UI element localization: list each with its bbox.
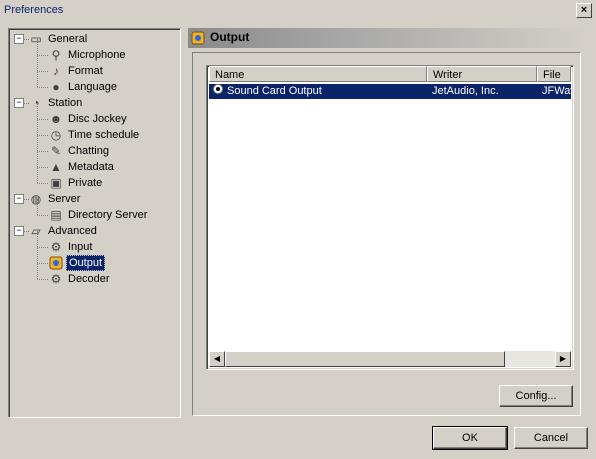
microphone-icon: ⚲ bbox=[51, 48, 61, 62]
tree-item-general[interactable]: − ▭ General bbox=[9, 31, 180, 47]
collapse-icon[interactable]: − bbox=[14, 226, 24, 236]
tree-item-server[interactable]: − ◍ Server bbox=[9, 191, 180, 207]
tree-item-station[interactable]: − ◔ Station bbox=[9, 95, 180, 111]
column-header-writer[interactable]: Writer bbox=[427, 66, 537, 82]
tree-item-advanced[interactable]: − ▱ Advanced bbox=[9, 223, 180, 239]
tree-connector bbox=[37, 151, 48, 152]
input-icon: ⚙ bbox=[50, 240, 62, 254]
tree-connector bbox=[37, 55, 48, 56]
collapse-icon[interactable]: − bbox=[14, 98, 24, 108]
output-list[interactable]: Name Writer File Sound Card Output JetAu… bbox=[206, 65, 574, 370]
column-header-name[interactable]: Name bbox=[209, 66, 427, 82]
tree-item-input[interactable]: ⚙ Input bbox=[9, 231, 180, 255]
disc-jockey-icon: ☻ bbox=[49, 112, 63, 126]
tree-item-label: Station bbox=[48, 97, 83, 109]
decoder-icon: ⚙ bbox=[50, 272, 62, 286]
list-item-file: JFWav bbox=[542, 85, 571, 97]
tree-item-label: Decoder bbox=[68, 273, 110, 285]
collapse-icon[interactable]: − bbox=[14, 34, 24, 44]
format-icon: ♪ bbox=[53, 64, 59, 78]
tree-item-decoder[interactable]: ⚙ Decoder bbox=[9, 263, 180, 287]
directory-server-icon: ▤ bbox=[50, 208, 62, 222]
tree-item-label: Chatting bbox=[68, 145, 109, 157]
window-title: Preferences bbox=[4, 4, 64, 16]
tree-item-format[interactable]: ♪ Format bbox=[9, 55, 180, 79]
tree-connector bbox=[37, 87, 48, 88]
tree-connector bbox=[37, 71, 48, 72]
tree-item-disc-jockey[interactable]: ☻ Disc Jockey bbox=[9, 103, 180, 127]
close-button[interactable]: × bbox=[576, 3, 592, 18]
tree-item-label: Disc Jockey bbox=[68, 113, 127, 125]
collapse-icon[interactable]: − bbox=[14, 194, 24, 204]
tree-connector bbox=[37, 71, 38, 87]
tree-item-chatting[interactable]: ✎ Chatting bbox=[9, 135, 180, 159]
list-item-name: Sound Card Output bbox=[227, 85, 322, 97]
tree-connector bbox=[37, 263, 48, 264]
title-bar: Preferences × bbox=[0, 0, 596, 22]
tree-connector bbox=[37, 167, 48, 168]
tree-item-language[interactable]: ● Language bbox=[9, 71, 180, 95]
tree-item-private[interactable]: ▣ Private bbox=[9, 167, 180, 191]
tree-item-metadata[interactable]: ▲ Metadata bbox=[9, 151, 180, 175]
metadata-icon: ▲ bbox=[50, 160, 62, 174]
chat-icon: ✎ bbox=[50, 144, 62, 158]
language-icon: ● bbox=[52, 80, 60, 94]
output-icon bbox=[191, 31, 205, 45]
panel-header: Output bbox=[188, 28, 588, 48]
tree-connector bbox=[37, 247, 48, 248]
scroll-thumb[interactable] bbox=[225, 351, 505, 367]
station-icon: ◔ bbox=[32, 96, 40, 110]
cancel-button[interactable]: Cancel bbox=[514, 427, 588, 449]
panel-title: Output bbox=[210, 30, 250, 44]
tree-connector bbox=[37, 119, 48, 120]
scroll-left-icon[interactable]: ◀ bbox=[209, 351, 225, 367]
tree-connector bbox=[37, 279, 48, 280]
tree-item-microphone[interactable]: ⚲ Microphone bbox=[9, 39, 180, 63]
tree-connector bbox=[37, 199, 38, 215]
tree-item-label: General bbox=[48, 33, 88, 45]
list-item[interactable]: Sound Card Output JetAudio, Inc. JFWav bbox=[209, 84, 571, 99]
output-icon bbox=[49, 256, 63, 270]
tree-item-label: Language bbox=[68, 81, 117, 93]
tree-connector bbox=[37, 215, 48, 216]
tree-item-directory-server[interactable]: ▤ Directory Server bbox=[9, 199, 180, 223]
general-icon: ▭ bbox=[30, 32, 42, 46]
scroll-right-icon[interactable]: ▶ bbox=[555, 351, 571, 367]
tree-item-label: Directory Server bbox=[68, 209, 148, 221]
tree-item-time-schedule[interactable]: ◷ Time schedule bbox=[9, 119, 180, 143]
tree-item-label: Server bbox=[48, 193, 81, 205]
tree-connector bbox=[37, 167, 38, 183]
ok-button[interactable]: OK bbox=[432, 426, 508, 450]
list-item-writer: JetAudio, Inc. bbox=[432, 85, 499, 97]
tree-item-label: Microphone bbox=[68, 49, 126, 61]
tree-view[interactable]: − ▭ General ⚲ Microphone ♪ Format ● Language − ◔ St… bbox=[9, 29, 180, 417]
tree-item-output[interactable]: Output bbox=[9, 247, 180, 271]
horizontal-scrollbar[interactable]: ◀ ▶ bbox=[209, 351, 571, 367]
tree-item-label: Advanced bbox=[48, 225, 97, 237]
tree-item-label: Time schedule bbox=[68, 129, 140, 141]
preferences-tree: − ▭ General ⚲ Microphone ♪ Format ● Language − ◔ St… bbox=[8, 28, 181, 418]
private-icon: ▣ bbox=[50, 176, 62, 190]
radio-selected-icon[interactable] bbox=[213, 84, 223, 94]
tree-connector bbox=[37, 263, 38, 279]
server-icon: ◍ bbox=[30, 192, 42, 206]
advanced-icon: ▱ bbox=[31, 224, 41, 238]
tree-item-label: Private bbox=[68, 177, 103, 189]
tree-item-label: Metadata bbox=[68, 161, 114, 173]
tree-item-label: Output bbox=[66, 255, 106, 271]
config-button[interactable]: Config... bbox=[499, 385, 573, 407]
column-header-file[interactable]: File bbox=[537, 66, 571, 82]
tree-item-label: Input bbox=[68, 241, 93, 253]
tree-item-label: Format bbox=[68, 65, 103, 77]
tree-connector bbox=[37, 183, 48, 184]
tree-connector bbox=[37, 135, 48, 136]
clock-icon: ◷ bbox=[50, 128, 62, 142]
